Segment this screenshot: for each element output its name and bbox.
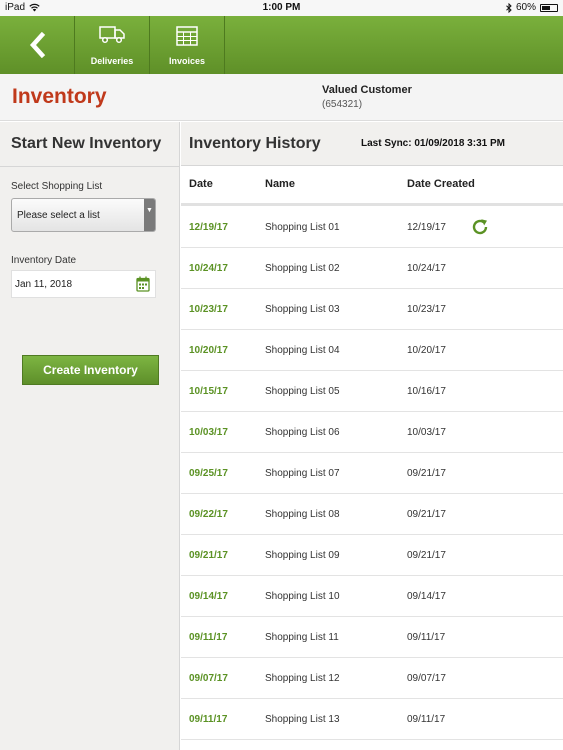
row-name: Shopping List 08 [265, 509, 340, 520]
row-date: 10/20/17 [189, 345, 228, 356]
table-row[interactable]: 12/19/17 Shopping List 01 12/19/17 [181, 207, 563, 248]
row-name: Shopping List 06 [265, 427, 340, 438]
invoice-grid-icon [176, 26, 198, 46]
new-inventory-panel: Start New Inventory Select Shopping List… [0, 122, 180, 750]
table-row[interactable]: 09/22/17 Shopping List 08 09/21/17 [181, 494, 563, 535]
inventory-date-value: Jan 11, 2018 [15, 279, 73, 290]
row-date: 10/03/17 [189, 427, 228, 438]
shopping-list-label: Select Shopping List [11, 181, 103, 192]
row-date: 10/24/17 [189, 263, 228, 274]
table-row[interactable]: 09/11/17 Shopping List 13 09/11/17 [181, 699, 563, 740]
history-column-headers: Date Name Date Created [181, 166, 563, 206]
row-date-created: 10/23/17 [407, 304, 446, 315]
back-chevron-icon [29, 32, 46, 58]
row-date-created: 10/24/17 [407, 263, 446, 274]
row-date-created: 09/11/17 [407, 714, 446, 725]
battery-icon [540, 3, 558, 12]
truck-icon [99, 26, 125, 44]
table-row[interactable]: 09/14/17 Shopping List 10 09/14/17 [181, 576, 563, 617]
row-name: Shopping List 05 [265, 386, 340, 397]
dropdown-arrow-icon: ▼ [144, 199, 155, 231]
table-row[interactable]: 10/03/17 Shopping List 06 10/03/17 [181, 412, 563, 453]
row-date-created: 10/03/17 [407, 427, 446, 438]
shopping-list-value: Please select a list [17, 210, 100, 221]
row-date-created: 09/07/17 [407, 673, 446, 684]
row-date: 09/22/17 [189, 509, 228, 520]
history-title: Inventory History [189, 135, 321, 152]
row-date-created: 10/20/17 [407, 345, 446, 356]
row-date: 10/15/17 [189, 386, 228, 397]
status-right: 60% [506, 2, 558, 13]
battery-fill [542, 5, 550, 10]
invoices-label: Invoices [168, 56, 206, 66]
toolbar-divider [224, 16, 225, 74]
row-name: Shopping List 12 [265, 673, 340, 684]
sync-icon[interactable] [471, 218, 489, 236]
row-name: Shopping List 10 [265, 591, 340, 602]
page-header: Inventory Valued Customer (654321) [0, 74, 563, 121]
table-row[interactable]: 09/21/17 Shopping List 09 09/21/17 [181, 535, 563, 576]
back-button[interactable] [0, 16, 74, 74]
row-date: 10/23/17 [189, 304, 228, 315]
history-header: Inventory History Last Sync: 01/09/2018 … [181, 122, 563, 166]
row-date-created: 09/21/17 [407, 468, 446, 479]
row-date: 09/21/17 [189, 550, 228, 561]
row-date-created: 09/14/17 [407, 591, 446, 602]
last-sync: Last Sync: 01/09/2018 3:31 PM [361, 138, 505, 149]
deliveries-label: Deliveries [90, 56, 134, 66]
shopping-list-select[interactable]: Please select a list ▼ [11, 198, 156, 232]
row-date: 09/25/17 [189, 468, 228, 479]
table-row[interactable]: 10/24/17 Shopping List 02 10/24/17 [181, 248, 563, 289]
invoices-button[interactable]: Invoices [150, 16, 224, 74]
customer-id: (654321) [322, 99, 363, 110]
new-inventory-title: Start New Inventory [11, 135, 162, 152]
row-name: Shopping List 09 [265, 550, 340, 561]
column-header-date-created[interactable]: Date Created [407, 178, 475, 190]
row-date: 09/14/17 [189, 591, 228, 602]
table-row[interactable]: 09/07/17 Shopping List 12 09/07/17 [181, 658, 563, 699]
status-time: 1:00 PM [262, 2, 301, 13]
row-date-created: 10/16/17 [407, 386, 446, 397]
table-row[interactable]: 09/11/17 Shopping List 11 09/11/17 [181, 617, 563, 658]
row-date-created: 09/21/17 [407, 509, 446, 520]
page-title: Inventory [12, 85, 107, 108]
deliveries-button[interactable]: Deliveries [75, 16, 149, 74]
row-date: 12/19/17 [189, 222, 228, 233]
calendar-icon[interactable] [136, 276, 150, 292]
top-toolbar: Deliveries Invoices [0, 16, 563, 74]
table-row[interactable]: 10/23/17 Shopping List 03 10/23/17 [181, 289, 563, 330]
row-date-created: 09/21/17 [407, 550, 446, 561]
create-inventory-button[interactable]: Create Inventory [22, 355, 159, 385]
row-date-created: 12/19/17 [407, 222, 446, 233]
column-header-name[interactable]: Name [265, 178, 295, 190]
row-date: 09/11/17 [189, 714, 228, 725]
status-bar: iPad 1:00 PM 60% [0, 0, 563, 16]
customer-name: Valued Customer [322, 84, 412, 96]
row-name: Shopping List 03 [265, 304, 340, 315]
row-name: Shopping List 11 [265, 632, 339, 643]
history-list: 12/19/17 Shopping List 01 12/19/17 10/24/17… [181, 207, 563, 740]
row-date: 09/11/17 [189, 632, 228, 643]
row-date-created: 09/11/17 [407, 632, 446, 643]
row-name: Shopping List 07 [265, 468, 340, 479]
row-date: 09/07/17 [189, 673, 228, 684]
table-row[interactable]: 09/25/17 Shopping List 07 09/21/17 [181, 453, 563, 494]
inventory-date-field[interactable]: Jan 11, 2018 [11, 270, 156, 298]
table-row[interactable]: 10/20/17 Shopping List 04 10/20/17 [181, 330, 563, 371]
row-name: Shopping List 13 [265, 714, 340, 725]
row-name: Shopping List 01 [265, 222, 340, 233]
panel-divider [0, 166, 180, 167]
row-name: Shopping List 02 [265, 263, 340, 274]
battery-percent: 60% [515, 2, 536, 13]
table-row[interactable]: 10/15/17 Shopping List 05 10/16/17 [181, 371, 563, 412]
row-name: Shopping List 04 [265, 345, 340, 356]
column-header-date[interactable]: Date [189, 178, 213, 190]
inventory-date-label: Inventory Date [11, 255, 77, 266]
bluetooth-icon [506, 2, 512, 13]
